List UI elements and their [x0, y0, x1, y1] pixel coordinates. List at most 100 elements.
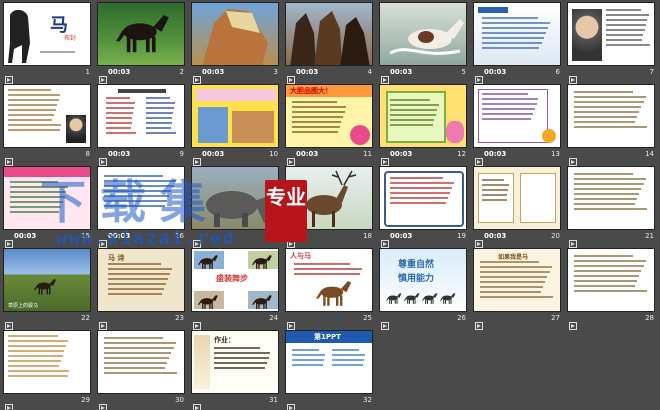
slide-thumbnail[interactable]: 盛装舞步 24 [190, 246, 282, 330]
slide-preview[interactable] [97, 330, 185, 394]
slide-preview[interactable] [567, 166, 655, 230]
slide-transition-icon[interactable] [569, 315, 577, 330]
slide-preview[interactable]: 作业： [191, 330, 279, 394]
slide-meta: 00:03 12 [378, 149, 470, 166]
slide-duration: 00:03 [108, 68, 131, 76]
slide-transition-icon[interactable] [193, 397, 201, 410]
slide-transition-icon[interactable] [381, 151, 389, 166]
slide-thumbnail[interactable]: 29 [2, 328, 94, 410]
slide-preview[interactable] [567, 248, 655, 312]
slide-thumbnail[interactable]: 00:03 6 [472, 0, 564, 84]
slide-preview[interactable] [97, 84, 185, 148]
slide-transition-icon[interactable] [475, 233, 483, 248]
slide-transition-icon[interactable] [287, 151, 295, 166]
slide-thumbnail[interactable]: 00:03 5 [378, 0, 470, 84]
slide-meta: 32 [284, 395, 376, 410]
slide-transition-icon[interactable] [193, 151, 201, 166]
slide-thumbnail[interactable]: 00:03 3 [190, 0, 282, 84]
slide-duration: 00:03 [202, 150, 225, 158]
slide-preview[interactable] [379, 2, 467, 66]
slide-meta: 00:03 10 [190, 149, 282, 166]
slide-preview[interactable]: 人与马 [285, 248, 373, 312]
slide-preview[interactable]: 马 诗 [97, 248, 185, 312]
slide-thumbnail[interactable]: 人与马 25 [284, 246, 376, 330]
slide-transition-icon[interactable] [193, 69, 201, 84]
slide-thumbnail[interactable]: 作业： 31 [190, 328, 282, 410]
slide-preview[interactable]: 草原上的骏马 [3, 248, 91, 312]
slide-meta: 29 [2, 395, 94, 410]
slide-preview[interactable]: 马 布封 [3, 2, 91, 66]
slide-preview[interactable]: 尊重自然 慎用能力 [379, 248, 467, 312]
slide-transition-icon[interactable] [569, 151, 577, 166]
slide-thumbnail[interactable]: 00:03 4 [284, 0, 376, 84]
slide-preview[interactable] [285, 2, 373, 66]
slide-meta: 00:03 9 [96, 149, 188, 166]
slide-transition-icon[interactable] [475, 315, 483, 330]
slide-transition-icon[interactable] [5, 69, 13, 84]
slide-duration: 00:03 [484, 150, 507, 158]
slide-thumbnail[interactable]: 00:03 2 [96, 0, 188, 84]
slide-transition-icon[interactable] [5, 151, 13, 166]
slide-transition-icon[interactable] [381, 233, 389, 248]
slide-transition-icon[interactable] [287, 69, 295, 84]
slide-preview[interactable] [473, 84, 561, 148]
slide-preview[interactable] [3, 84, 91, 148]
slide-thumbnail[interactable]: 如果我是马 27 [472, 246, 564, 330]
slide-preview[interactable]: 盛装舞步 [191, 248, 279, 312]
slide-transition-icon[interactable] [287, 397, 295, 410]
slide-thumbnail[interactable]: 00:03 10 [190, 82, 282, 166]
slide-meta: 00:03 4 [284, 67, 376, 84]
slide-transition-icon[interactable] [569, 69, 577, 84]
slide-thumbnail[interactable]: 尊重自然 慎用能力 26 [378, 246, 470, 330]
slide-preview[interactable] [191, 2, 279, 66]
slide-preview[interactable] [473, 166, 561, 230]
slide-transition-icon[interactable] [475, 151, 483, 166]
slide-transition-icon[interactable] [99, 397, 107, 410]
slide-meta: 00:03 13 [472, 149, 564, 166]
slide-preview[interactable]: 大胆品图大！ [285, 84, 373, 148]
slide-duration: 00:03 [14, 232, 37, 240]
slide-number: 30 [175, 396, 184, 404]
slide-thumbnail[interactable]: 30 [96, 328, 188, 410]
slide-transition-icon[interactable] [475, 69, 483, 84]
slide-duration: 00:03 [484, 68, 507, 76]
slide-preview[interactable] [379, 166, 467, 230]
slide-thumbnail[interactable]: 大胆品图大！ 00:03 11 [284, 82, 376, 166]
slide-thumbnail[interactable]: 00:03 20 [472, 164, 564, 248]
slide-thumbnail[interactable]: 马 诗 23 [96, 246, 188, 330]
slide-thumbnail[interactable]: 00:03 13 [472, 82, 564, 166]
slide-thumbnail[interactable]: 第1PPT 32 [284, 328, 376, 410]
slide-preview[interactable] [473, 2, 561, 66]
slide-number: 20 [551, 232, 560, 240]
slide-thumbnail[interactable]: 00:03 19 [378, 164, 470, 248]
slide-thumbnail[interactable]: 28 [566, 246, 658, 330]
slide-transition-icon[interactable] [193, 315, 201, 330]
slide-preview[interactable] [3, 330, 91, 394]
slide-thumbnail[interactable]: 马 布封 1 [2, 0, 94, 84]
slide-transition-icon[interactable] [5, 233, 13, 248]
slide-thumbnail[interactable]: 00:03 9 [96, 82, 188, 166]
slide-preview[interactable] [567, 2, 655, 66]
slide-transition-icon[interactable] [287, 315, 295, 330]
slide-preview[interactable] [191, 84, 279, 148]
slide-transition-icon[interactable] [381, 69, 389, 84]
slide-preview[interactable]: 第1PPT [285, 330, 373, 394]
slide-transition-icon[interactable] [99, 315, 107, 330]
slide-preview[interactable] [379, 84, 467, 148]
slide-thumbnail[interactable]: 14 [566, 82, 658, 166]
slide-thumbnail[interactable]: 草原上的骏马 22 [2, 246, 94, 330]
slide-meta: 14 [566, 149, 658, 166]
slide-thumbnail[interactable]: 21 [566, 164, 658, 248]
slide-preview[interactable]: 如果我是马 [473, 248, 561, 312]
slide-transition-icon[interactable] [99, 151, 107, 166]
slide-transition-icon[interactable] [569, 233, 577, 248]
slide-transition-icon[interactable] [99, 69, 107, 84]
slide-thumbnail[interactable]: 00:03 12 [378, 82, 470, 166]
slide-preview[interactable] [97, 2, 185, 66]
slide-preview[interactable] [567, 84, 655, 148]
slide-transition-icon[interactable] [5, 397, 13, 410]
slide-thumbnail[interactable]: 7 [566, 0, 658, 84]
slide-transition-icon[interactable] [5, 315, 13, 330]
slide-thumbnail[interactable]: 8 [2, 82, 94, 166]
slide-transition-icon[interactable] [381, 315, 389, 330]
